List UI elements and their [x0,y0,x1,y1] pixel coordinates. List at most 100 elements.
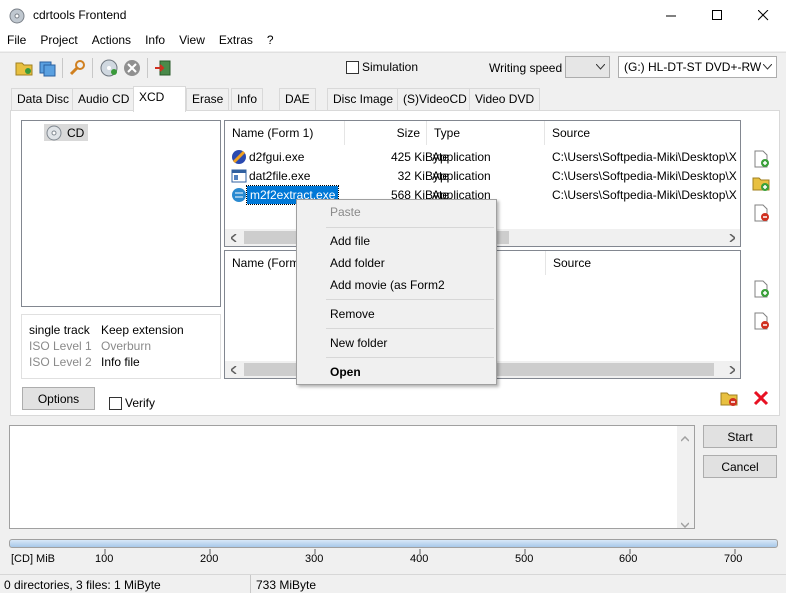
toolbar-separator [92,58,93,78]
scroll-right-arrow-icon[interactable] [723,361,740,378]
table-row[interactable]: dat2file.exe 32 KiByte Application C:\Us… [225,167,740,186]
option-info-file: Info file [101,355,140,369]
add-movie-icon[interactable] [752,280,770,298]
cancel-button[interactable]: Cancel [703,455,777,478]
tab-erase[interactable]: Erase [186,88,230,110]
menu-item-remove[interactable]: Remove [330,307,375,321]
capacity-progress-bar [9,539,778,548]
scroll-left-arrow-icon[interactable] [225,361,242,378]
log-output-area[interactable] [9,425,695,529]
tab-video-dvd[interactable]: Video DVD [469,88,541,110]
start-button[interactable]: Start [703,425,777,448]
table-row[interactable]: d2fgui.exe 425 KiByte Application C:\Use… [225,148,740,167]
burn-disc-icon[interactable] [100,59,118,77]
menu-item-add-movie[interactable]: Add movie (as Form2 [330,278,445,292]
cd-icon [46,125,62,144]
context-menu: Paste Add file Add folder Add movie (as … [296,199,497,385]
menu-info[interactable]: Info [138,31,172,51]
scroll-right-arrow-icon[interactable] [723,229,740,246]
tree-node-cd[interactable]: CD [44,124,88,141]
writing-speed-select[interactable] [565,56,610,78]
add-folder-icon[interactable] [752,174,770,192]
menu-project[interactable]: Project [33,31,84,51]
title-bar: cdrtools Frontend [0,0,786,31]
simulation-checkbox[interactable] [346,61,359,74]
open-project-icon[interactable] [15,59,33,77]
writing-speed-label: Writing speed [489,61,563,75]
menu-bar: File Project Actions Info View Extras ? [0,31,786,51]
log-vertical-scrollbar[interactable] [677,426,694,531]
tree-node-label: CD [67,126,85,140]
tab-disc-image[interactable]: Disc Image [327,88,400,110]
tab-svideocd[interactable]: (S)VideoCD [397,88,473,110]
settings-wrench-icon[interactable] [68,59,86,77]
disc-tree-panel[interactable]: CD [21,120,221,307]
column-header-name-form1[interactable]: Name (Form 1) [225,121,345,145]
tab-info[interactable]: Info [231,88,264,110]
file-type: Application [432,169,491,183]
options-button[interactable]: Options [22,387,95,410]
menu-view[interactable]: View [172,31,212,51]
toolbar-separator [147,58,148,78]
close-button[interactable] [740,0,786,31]
application-icon [231,149,247,168]
tab-audio-cd[interactable]: Audio CD [72,88,136,110]
window-title: cdrtools Frontend [33,8,127,22]
scroll-up-arrow-icon[interactable] [680,431,690,445]
status-divider [250,575,251,593]
tab-xcd[interactable]: XCD [133,86,186,112]
file-source: C:\Users\Softpedia-Miki\Desktop\X [552,188,737,202]
menu-actions[interactable]: Actions [85,31,138,51]
column-header-source[interactable]: Source [545,251,740,275]
file-type: Application [432,150,491,164]
remove-folder-icon[interactable] [720,389,738,407]
exit-icon[interactable] [154,59,172,77]
remove-file-icon[interactable] [752,204,770,222]
menu-item-new-folder[interactable]: New folder [330,336,387,350]
options-summary-panel: single track ISO Level 1 ISO Level 2 Kee… [21,314,221,379]
application-globe-icon [231,187,247,206]
column-header-type[interactable]: Type [427,121,545,145]
chevron-down-icon [758,57,776,77]
menu-file[interactable]: File [0,31,33,51]
menu-item-add-folder[interactable]: Add folder [330,256,385,270]
menu-separator [326,357,494,358]
status-bar: 0 directories, 3 files: 1 MiByte 733 MiB… [0,574,786,593]
app-cd-icon [9,8,25,24]
capacity-tick-label: 300 [305,553,324,565]
menu-item-paste[interactable]: Paste [330,205,361,219]
add-file-icon[interactable] [752,150,770,168]
capacity-unit-label: [CD] MiB [11,553,55,565]
application-window-icon [231,168,247,187]
remove-movie-icon[interactable] [752,312,770,330]
simulation-label: Simulation [362,60,419,74]
menu-help[interactable]: ? [260,31,281,51]
capacity-scale: [CD] MiB 100 200 300 400 500 600 700 [0,549,786,573]
capacity-tick-label: 500 [515,553,534,565]
status-file-summary: 0 directories, 3 files: 1 MiByte [4,578,161,592]
file-name: dat2file.exe [249,169,311,183]
menu-separator [326,227,494,228]
scroll-left-arrow-icon[interactable] [225,229,242,246]
column-header-size[interactable]: Size [345,121,427,145]
toolbar-separator [62,58,63,78]
capacity-tick-label: 100 [95,553,114,565]
abort-icon[interactable] [123,59,141,77]
verify-checkbox[interactable] [109,397,122,410]
verify-label: Verify [125,396,156,410]
capacity-tick-label: 600 [619,553,638,565]
save-project-icon[interactable] [39,59,57,77]
scroll-down-arrow-icon[interactable] [680,517,690,531]
menu-extras[interactable]: Extras [212,31,260,51]
status-capacity: 733 MiByte [256,578,317,592]
menu-item-open[interactable]: Open [330,365,361,379]
capacity-tick-label: 400 [410,553,429,565]
tab-dae[interactable]: DAE [279,88,316,110]
drive-select[interactable]: (G:) HL-DT-ST DVD+-RW [618,56,777,78]
maximize-button[interactable] [694,0,740,31]
clear-all-icon[interactable] [752,389,770,407]
tab-data-disc[interactable]: Data Disc [11,88,76,110]
menu-item-add-file[interactable]: Add file [330,234,370,248]
minimize-button[interactable] [648,0,694,31]
column-header-source[interactable]: Source [545,121,740,145]
